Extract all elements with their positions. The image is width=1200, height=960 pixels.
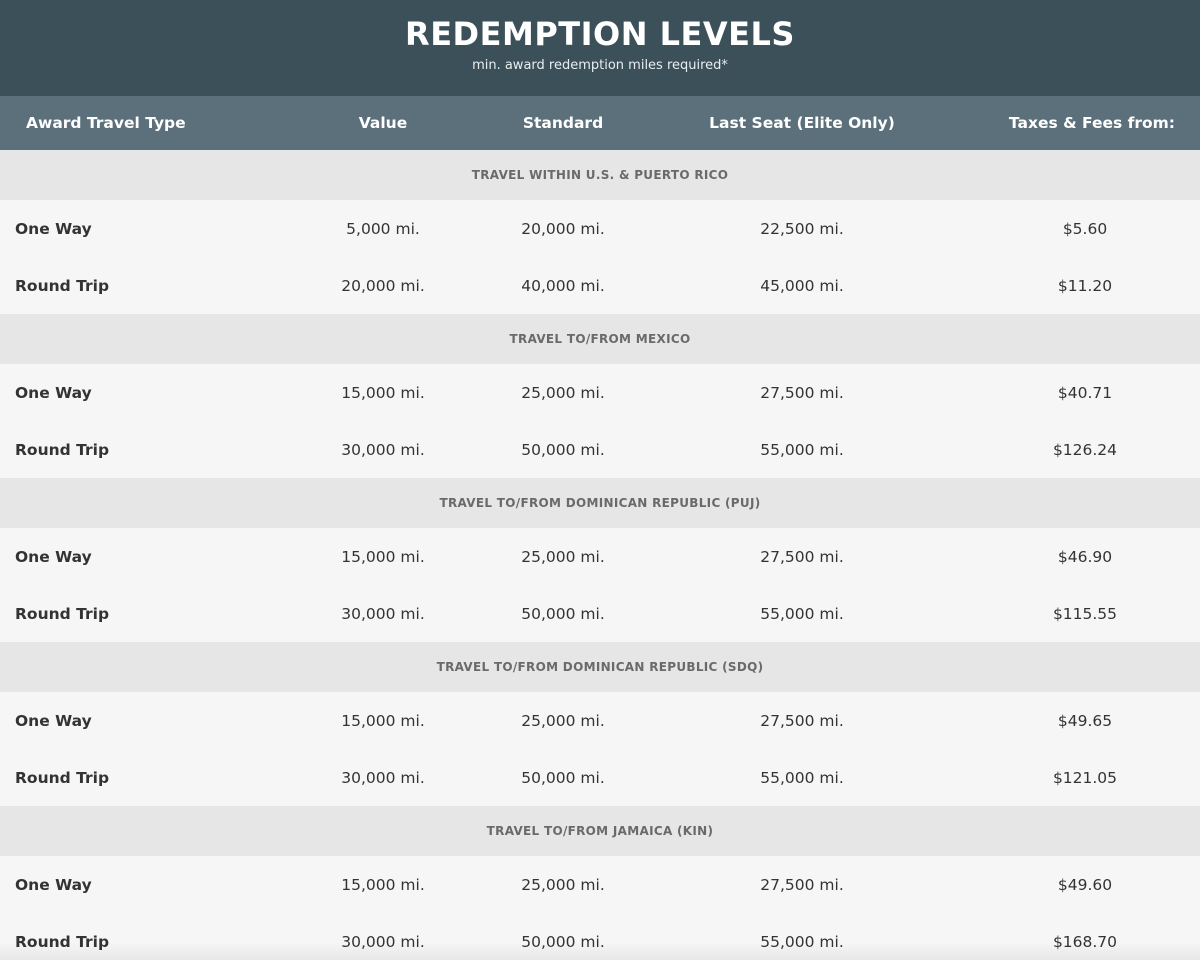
- cell-last-seat: 55,000 mi.: [760, 604, 844, 623]
- cell-last-seat: 22,500 mi.: [760, 219, 844, 238]
- cell-award-type: Round Trip: [15, 276, 110, 295]
- cell-award-type: One Way: [15, 219, 92, 238]
- table-row: Round Trip 30,000 mi. 50,000 mi. 55,000 mi.…: [0, 585, 1200, 642]
- cell-taxes-fees: $49.60: [1057, 875, 1113, 894]
- table-row: Round Trip 30,000 mi. 50,000 mi. 55,000 mi.…: [0, 749, 1200, 806]
- cell-standard: 50,000 mi.: [521, 768, 605, 787]
- cell-taxes-fees: $115.55: [1052, 604, 1118, 623]
- cell-standard: 25,000 mi.: [521, 875, 605, 894]
- cell-value: 30,000 mi.: [341, 768, 425, 787]
- header-last-seat: Last Seat (Elite Only): [709, 114, 895, 132]
- section-header: TRAVEL TO/FROM DOMINICAN REPUBLIC (PUJ): [0, 478, 1200, 528]
- cell-award-type: One Way: [15, 547, 92, 566]
- cell-award-type: One Way: [15, 711, 92, 730]
- cell-taxes-fees: $121.05: [1052, 768, 1118, 787]
- cell-standard: 40,000 mi.: [521, 276, 605, 295]
- table-header: Award Travel Type Value Standard Last Se…: [0, 96, 1200, 150]
- table-row: One Way 15,000 mi. 25,000 mi. 27,500 mi. $46…: [0, 528, 1200, 585]
- page-title: REDEMPTION LEVELS: [405, 15, 795, 53]
- cell-value: 20,000 mi.: [341, 276, 425, 295]
- table-row: Round Trip 30,000 mi. 50,000 mi. 55,000 mi.…: [0, 913, 1200, 960]
- cell-award-type: One Way: [15, 875, 92, 894]
- section-header: TRAVEL WITHIN U.S. & PUERTO RICO: [0, 150, 1200, 200]
- cell-award-type: Round Trip: [15, 768, 110, 787]
- cell-last-seat: 27,500 mi.: [760, 547, 844, 566]
- cell-taxes-fees: $11.20: [1057, 276, 1113, 295]
- cell-award-type: Round Trip: [15, 604, 110, 623]
- cell-taxes-fees: $5.60: [1062, 219, 1108, 238]
- cell-taxes-fees: $40.71: [1057, 383, 1113, 402]
- cell-taxes-fees: $49.65: [1057, 711, 1113, 730]
- table-row: One Way 15,000 mi. 25,000 mi. 27,500 mi. $49…: [0, 856, 1200, 913]
- cell-value: 30,000 mi.: [341, 932, 425, 951]
- cell-last-seat: 55,000 mi.: [760, 768, 844, 787]
- cell-last-seat: 27,500 mi.: [760, 383, 844, 402]
- cell-last-seat: 55,000 mi.: [760, 932, 844, 951]
- cell-standard: 25,000 mi.: [521, 383, 605, 402]
- table-row: One Way 15,000 mi. 25,000 mi. 27,500 mi. $49…: [0, 692, 1200, 749]
- cell-standard: 50,000 mi.: [521, 440, 605, 459]
- table-row: One Way 5,000 mi. 20,000 mi. 22,500 mi. $5.6…: [0, 200, 1200, 257]
- cell-last-seat: 55,000 mi.: [760, 440, 844, 459]
- cell-award-type: Round Trip: [15, 440, 110, 459]
- page-subtitle: min. award redemption miles required*: [472, 58, 728, 73]
- section-header: TRAVEL TO/FROM DOMINICAN REPUBLIC (SDQ): [0, 642, 1200, 692]
- cell-value: 30,000 mi.: [341, 604, 425, 623]
- header-standard: Standard: [522, 114, 604, 132]
- section-title: TRAVEL TO/FROM DOMINICAN REPUBLIC (PUJ): [439, 496, 761, 510]
- table-row: Round Trip 20,000 mi. 40,000 mi. 45,000 mi.…: [0, 257, 1200, 314]
- cell-standard: 50,000 mi.: [521, 932, 605, 951]
- cell-value: 15,000 mi.: [341, 875, 425, 894]
- table-body: TRAVEL WITHIN U.S. & PUERTO RICO One Way 5…: [0, 150, 1200, 960]
- cell-taxes-fees: $46.90: [1057, 547, 1113, 566]
- cell-taxes-fees: $168.70: [1052, 932, 1118, 951]
- section-title: TRAVEL TO/FROM DOMINICAN REPUBLIC (SDQ): [436, 660, 764, 674]
- section-title: TRAVEL WITHIN U.S. & PUERTO RICO: [471, 168, 729, 182]
- cell-taxes-fees: $126.24: [1052, 440, 1118, 459]
- cell-value: 15,000 mi.: [341, 547, 425, 566]
- cell-last-seat: 45,000 mi.: [760, 276, 844, 295]
- table-row: Round Trip 30,000 mi. 50,000 mi. 55,000 mi.…: [0, 421, 1200, 478]
- cell-standard: 25,000 mi.: [521, 547, 605, 566]
- cell-value: 15,000 mi.: [341, 383, 425, 402]
- section-header: TRAVEL TO/FROM JAMAICA (KIN): [0, 806, 1200, 856]
- section-title: TRAVEL TO/FROM MEXICO: [509, 332, 691, 346]
- header-award-travel-type: Award Travel Type: [26, 114, 186, 132]
- cell-value: 5,000 mi.: [346, 219, 420, 238]
- banner: REDEMPTION LEVELS min. award redemption …: [0, 0, 1200, 96]
- section-title: TRAVEL TO/FROM JAMAICA (KIN): [486, 824, 714, 838]
- cell-standard: 25,000 mi.: [521, 711, 605, 730]
- section-header: TRAVEL TO/FROM MEXICO: [0, 314, 1200, 364]
- cell-value: 30,000 mi.: [341, 440, 425, 459]
- cell-last-seat: 27,500 mi.: [760, 875, 844, 894]
- cell-last-seat: 27,500 mi.: [760, 711, 844, 730]
- cell-award-type: Round Trip: [15, 932, 110, 951]
- cell-award-type: One Way: [15, 383, 92, 402]
- page: REDEMPTION LEVELS min. award redemption …: [0, 0, 1200, 960]
- table-row: One Way 15,000 mi. 25,000 mi. 27,500 mi. $40…: [0, 364, 1200, 421]
- header-taxes-fees: Taxes & Fees from:: [1008, 114, 1175, 132]
- cell-standard: 20,000 mi.: [521, 219, 605, 238]
- cell-value: 15,000 mi.: [341, 711, 425, 730]
- header-value: Value: [358, 114, 408, 132]
- cell-standard: 50,000 mi.: [521, 604, 605, 623]
